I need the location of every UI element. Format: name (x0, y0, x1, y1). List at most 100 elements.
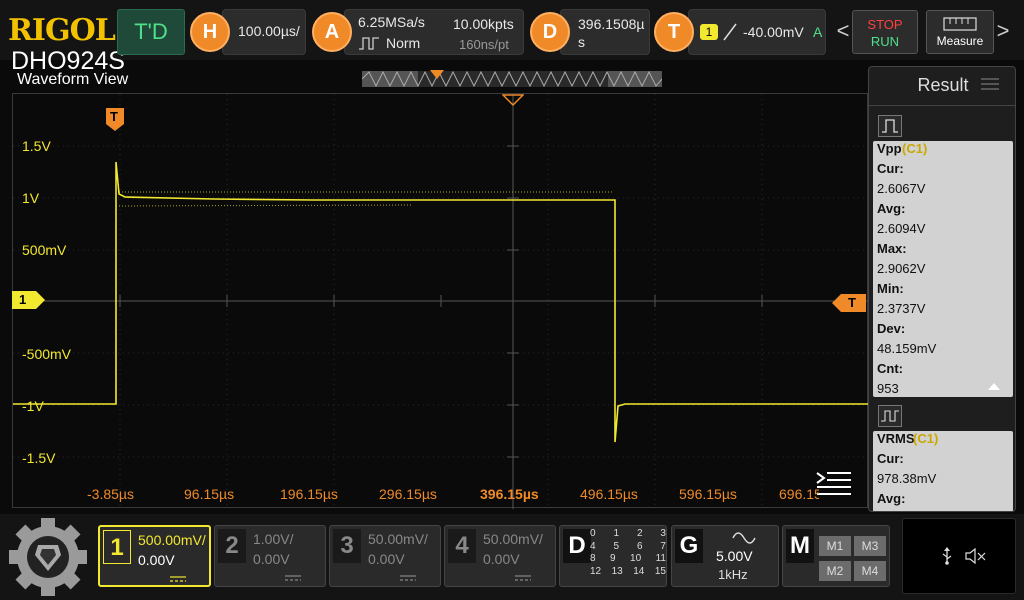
ch1-marker-shape-icon (12, 291, 45, 309)
delay-button[interactable]: 396.1508µ s (560, 9, 650, 55)
result-panel[interactable]: Result Vpp (C1) Cur: 2.6067V Avg: 2.6094… (868, 66, 1016, 512)
trigger-time-marker-label: T (110, 109, 118, 124)
digital-row-3: 12 13 14 15 (590, 566, 666, 579)
memory-overview-bar[interactable] (362, 69, 662, 89)
delay-value-line2: s (578, 34, 585, 50)
vrms-name: VRMS (877, 431, 915, 446)
d-bit: 5 (613, 540, 620, 552)
ch1-waveform-trace (13, 161, 869, 443)
trigger-time-marker[interactable]: T (106, 108, 124, 132)
x-label-1: 96.15µs (184, 486, 235, 502)
prev-page-arrow[interactable]: < (836, 14, 850, 50)
vpp-avg-value: 2.6094V (877, 221, 926, 236)
ch4-number: 4 (448, 529, 476, 563)
vpp-dev-value: 48.159mV (877, 341, 937, 356)
x-label-4: 396.15µs (480, 486, 539, 502)
channel-1-button[interactable]: 1 500.00mV/ 0.00V (98, 525, 211, 587)
math-button[interactable]: M M1 M3 M2 M4 (782, 525, 890, 587)
trigger-mode: A (813, 24, 823, 40)
acquire-icon[interactable]: A (312, 12, 352, 52)
stop-run-button[interactable]: STOP RUN (852, 10, 918, 54)
vpp-source: (C1) (902, 141, 928, 156)
channel-4-button[interactable]: 4 50.00mV/ 0.00V (444, 525, 556, 587)
mute-speaker-icon[interactable] (965, 548, 987, 564)
vpp-cur-value: 2.6067V (877, 181, 926, 196)
channel-2-button[interactable]: 2 1.00V/ 0.00V (214, 525, 326, 587)
math-m4[interactable]: M4 (854, 561, 886, 581)
horizontal-icon[interactable]: H (190, 12, 230, 52)
d-bit: 3 (660, 528, 666, 539)
vpp-cnt-value: 953 (877, 381, 899, 396)
math-m1[interactable]: M1 (819, 536, 851, 556)
x-label-6: 596.15µs (679, 486, 737, 502)
delay-icon[interactable]: D (530, 12, 570, 52)
math-m2[interactable]: M2 (819, 561, 851, 581)
vpp-avg-label: Avg: (877, 201, 906, 216)
ch1-number: 1 (103, 530, 131, 564)
x-label-3: 296.15µs (379, 486, 437, 502)
generator-button[interactable]: G 5.00V 1kHz (671, 525, 779, 587)
trigger-position-marker[interactable] (502, 94, 524, 106)
d-bit: 10 (630, 553, 642, 564)
home-gear-icon[interactable] (8, 517, 88, 597)
digital-row-2: 8 9 10 11 (590, 553, 666, 566)
stop-label: STOP (867, 17, 903, 32)
triggered-status-button[interactable]: T'D (117, 9, 185, 55)
generator-label: G (675, 529, 703, 563)
x-label-2: 196.15µs (280, 486, 338, 502)
brand-logo: RIGOL (8, 13, 116, 48)
ch1-offset-marker[interactable]: 1 (12, 291, 46, 309)
sample-interval: 160ns/pt (459, 37, 509, 52)
next-page-arrow[interactable]: > (996, 14, 1010, 50)
y-label-neg-1v: -1V (22, 398, 44, 414)
ch2-coupling-dc-icon (285, 575, 301, 581)
d-bit: 1 (613, 528, 620, 539)
digital-row-1: 4 5 6 7 (590, 541, 666, 554)
vrms-measure-icon (878, 405, 902, 427)
waveform-menu-icon[interactable] (815, 470, 853, 498)
vpp-cnt-label: Cnt: (877, 361, 903, 376)
ch1-offset-marker-label: 1 (19, 292, 27, 307)
d-bit: 14 (633, 565, 645, 577)
d-bit: 8 (590, 553, 596, 564)
trigger-icon[interactable]: T (654, 12, 694, 52)
d-bit: 9 (610, 553, 616, 564)
sine-wave-icon (732, 532, 756, 544)
measurement-item-vrms[interactable]: VRMS (C1) Cur: 978.38mV Avg: (869, 401, 1015, 511)
measurement-item-vpp[interactable]: Vpp (C1) Cur: 2.6067V Avg: 2.6094V Max: … (869, 109, 1015, 399)
y-label-1-5v: 1.5V (22, 138, 51, 154)
y-label-neg-1-5v: -1.5V (22, 450, 56, 466)
memory-depth: 10.00kpts (453, 16, 514, 32)
vrms-values-box: VRMS (C1) Cur: 978.38mV Avg: (873, 431, 1013, 511)
vpp-values-box: Vpp (C1) Cur: 2.6067V Avg: 2.6094V Max: … (873, 141, 1013, 397)
digital-channels-button[interactable]: D 0123 4567 8 9 10 11 12 13 14 15 (559, 525, 667, 587)
y-label-1v: 1V (22, 190, 40, 206)
acquire-button[interactable]: 6.25MSa/s 10.00kpts Norm 160ns/pt (344, 9, 524, 55)
rising-edge-icon (723, 23, 737, 41)
trigger-button[interactable]: 1 -40.00mV A (688, 9, 826, 55)
x-label-0: -3.85µs (87, 486, 134, 502)
math-label: M (786, 529, 814, 563)
d-bit: 7 (660, 540, 666, 552)
math-m3[interactable]: M3 (854, 536, 886, 556)
channel-3-button[interactable]: 3 50.00mV/ 0.00V (329, 525, 441, 587)
vpp-measure-icon (878, 115, 902, 137)
d-bit: 15 (654, 565, 666, 577)
ch4-coupling-dc-icon (515, 575, 531, 581)
pulse-icon (359, 37, 379, 50)
ch2-number: 2 (218, 529, 246, 563)
trigger-level-marker[interactable]: T (832, 294, 866, 312)
vpp-max-value: 2.9062V (877, 261, 926, 276)
trigger-level: -40.00mV (743, 24, 804, 40)
vpp-max-label: Max: (877, 241, 907, 256)
result-menu-icon[interactable] (981, 77, 999, 91)
vrms-source: (C1) (913, 431, 939, 446)
usb-icon (942, 547, 952, 565)
collapse-up-icon[interactable] (987, 381, 1001, 391)
horizontal-timebase-button[interactable]: 100.00µs/ (222, 9, 306, 55)
waveform-grid[interactable] (12, 93, 869, 509)
d-bit: 13 (611, 565, 623, 577)
measure-button[interactable]: Measure (926, 10, 994, 54)
ch3-coupling-dc-icon (400, 575, 416, 581)
d-bit: 12 (590, 565, 602, 577)
